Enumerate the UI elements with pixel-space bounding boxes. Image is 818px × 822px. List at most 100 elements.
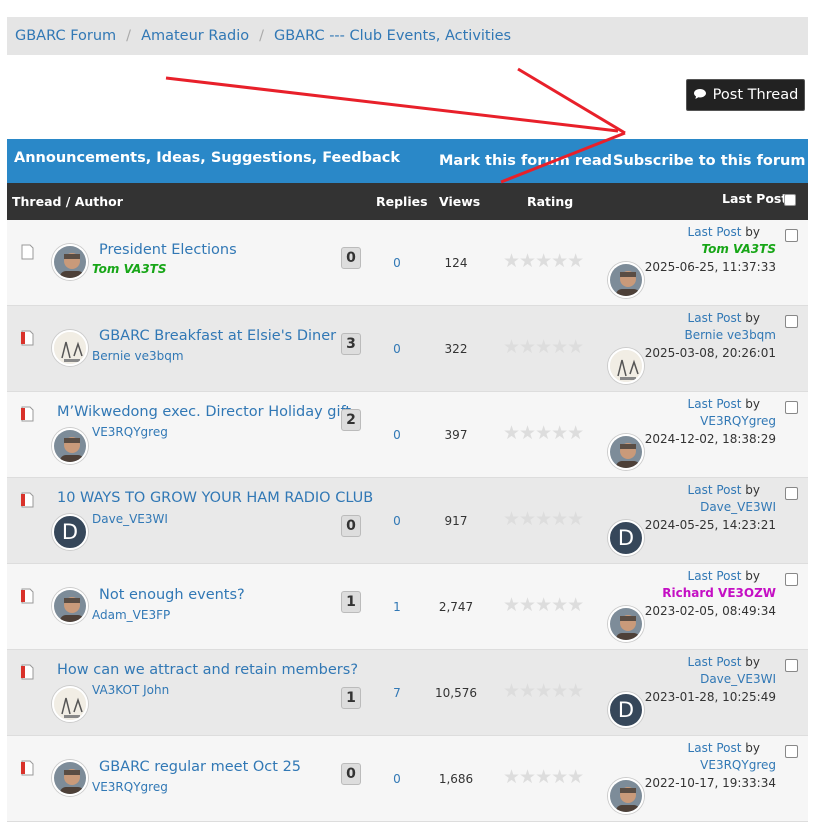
last-post-user-link[interactable]: Tom VA3TS [701,242,776,256]
views-count: 322 [444,342,468,356]
last-post-avatar[interactable] [608,434,644,470]
author-avatar[interactable] [52,428,88,464]
last-post-link[interactable]: Last Post [688,225,742,239]
rating-stars[interactable]: ★★★★★ [503,680,584,702]
last-post-date: 2023-01-28, 10:25:49 [644,690,776,704]
replies-link[interactable]: 0 [387,514,407,528]
thread-title-link[interactable]: M’Wikwedong exec. Director Holiday gift [57,404,351,420]
last-post-by: by [745,741,760,755]
arrow-line-2 [517,67,626,135]
thread-select-checkbox[interactable] [785,487,798,500]
replies-link[interactable]: 0 [387,772,407,786]
col-replies[interactable]: Replies [376,194,428,209]
last-post-link[interactable]: Last Post [688,655,742,669]
rating-stars[interactable]: ★★★★★ [503,422,584,444]
reply-count-badge: 1 [341,687,361,709]
subscribe-link[interactable]: Subscribe to this forum [613,153,805,169]
last-post-by: by [745,483,760,497]
col-thread-author[interactable]: Thread / Author [12,194,123,209]
last-post-user-link[interactable]: Dave_VE3WI [700,500,776,514]
author-avatar[interactable] [52,686,88,722]
last-post-avatar[interactable] [608,778,644,814]
last-post-avatar[interactable] [608,606,644,642]
thread-author-link[interactable]: Tom VA3TS [92,262,167,276]
last-post-avatar[interactable]: D [608,520,644,556]
last-post-user-link[interactable]: Dave_VE3WI [700,672,776,686]
last-post-link[interactable]: Last Post [688,397,742,411]
forum-title: Announcements, Ideas, Suggestions, Feedb… [14,150,400,166]
thread-author-link[interactable]: Bernie ve3bqm [92,349,184,363]
rating-stars[interactable]: ★★★★★ [503,508,584,530]
comment-icon [693,88,707,103]
col-rating[interactable]: Rating [527,194,573,209]
author-avatar[interactable] [52,244,88,280]
breadcrumb-forum[interactable]: GBARC Forum [15,28,116,44]
thread-title-link[interactable]: How can we attract and retain members? [57,662,358,678]
mark-read-link[interactable]: Mark this forum read [439,153,612,169]
thread-title-link[interactable]: Not enough events? [99,587,245,603]
views-count: 1,686 [438,772,474,786]
last-post-link-wrap: Last Post by [688,741,760,755]
last-post-avatar[interactable] [608,262,644,298]
post-thread-button[interactable]: Post Thread [686,79,805,111]
thread-status-icon [21,588,34,604]
rating-stars[interactable]: ★★★★★ [503,594,584,616]
breadcrumb-club-events[interactable]: GBARC --- Club Events, Activities [274,28,511,44]
last-post-date: 2024-12-02, 18:38:29 [644,432,776,446]
thread-row: GBARC Breakfast at Elsie's Diner Bernie … [7,306,808,392]
col-last-post[interactable]: Last Post [722,191,787,206]
last-post-link-wrap: Last Post by [688,225,760,239]
thread-row: D 10 WAYS TO GROW YOUR HAM RADIO CLUB Da… [7,478,808,564]
thread-select-checkbox[interactable] [785,745,798,758]
breadcrumb-amateur-radio[interactable]: Amateur Radio [141,28,249,44]
last-post-link-wrap: Last Post by [688,655,760,669]
thread-select-checkbox[interactable] [785,229,798,242]
rating-stars[interactable]: ★★★★★ [503,766,584,788]
thread-title-link[interactable]: GBARC regular meet Oct 25 [99,759,301,775]
replies-link[interactable]: 7 [387,686,407,700]
thread-author-link[interactable]: Dave_VE3WI [92,512,168,526]
last-post-link[interactable]: Last Post [688,569,742,583]
select-all-checkbox[interactable] [784,194,796,206]
breadcrumb: GBARC Forum / Amateur Radio / GBARC --- … [7,17,808,55]
col-views[interactable]: Views [439,194,480,209]
last-post-link[interactable]: Last Post [688,741,742,755]
thread-author-link[interactable]: VE3RQYgreg [92,425,168,439]
views-count: 2,747 [438,600,474,614]
thread-author-link[interactable]: VE3RQYgreg [92,780,168,794]
views-count: 917 [444,514,468,528]
thread-title-link[interactable]: President Elections [99,242,237,258]
thread-select-checkbox[interactable] [785,573,798,586]
last-post-link-wrap: Last Post by [688,569,760,583]
last-post-user-link[interactable]: VE3RQYgreg [700,414,776,428]
thread-status-icon [21,406,34,422]
replies-link[interactable]: 0 [387,256,407,270]
last-post-by: by [745,311,760,325]
rating-stars[interactable]: ★★★★★ [503,250,584,272]
thread-select-checkbox[interactable] [785,315,798,328]
thread-author-link[interactable]: VA3KOT John [92,683,169,697]
replies-link[interactable]: 0 [387,428,407,442]
thread-author-link[interactable]: Adam_VE3FP [92,608,170,622]
last-post-avatar[interactable]: D [608,692,644,728]
author-avatar[interactable]: D [52,514,88,550]
replies-link[interactable]: 1 [387,600,407,614]
author-avatar[interactable] [52,760,88,796]
last-post-by: by [745,225,760,239]
replies-link[interactable]: 0 [387,342,407,356]
last-post-user-link[interactable]: Richard VE3OZW [662,586,776,600]
last-post-link[interactable]: Last Post [688,483,742,497]
thread-select-checkbox[interactable] [785,401,798,414]
rating-stars[interactable]: ★★★★★ [503,336,584,358]
last-post-avatar[interactable] [608,348,644,384]
author-avatar[interactable] [52,330,88,366]
last-post-link[interactable]: Last Post [688,311,742,325]
thread-title-link[interactable]: 10 WAYS TO GROW YOUR HAM RADIO CLUB [57,490,373,506]
thread-status-icon [21,492,34,508]
thread-title-link[interactable]: GBARC Breakfast at Elsie's Diner [99,328,336,344]
reply-count-badge: 0 [341,515,361,537]
thread-select-checkbox[interactable] [785,659,798,672]
author-avatar[interactable] [52,588,88,624]
last-post-user-link[interactable]: Bernie ve3bqm [684,328,776,342]
last-post-user-link[interactable]: VE3RQYgreg [700,758,776,772]
